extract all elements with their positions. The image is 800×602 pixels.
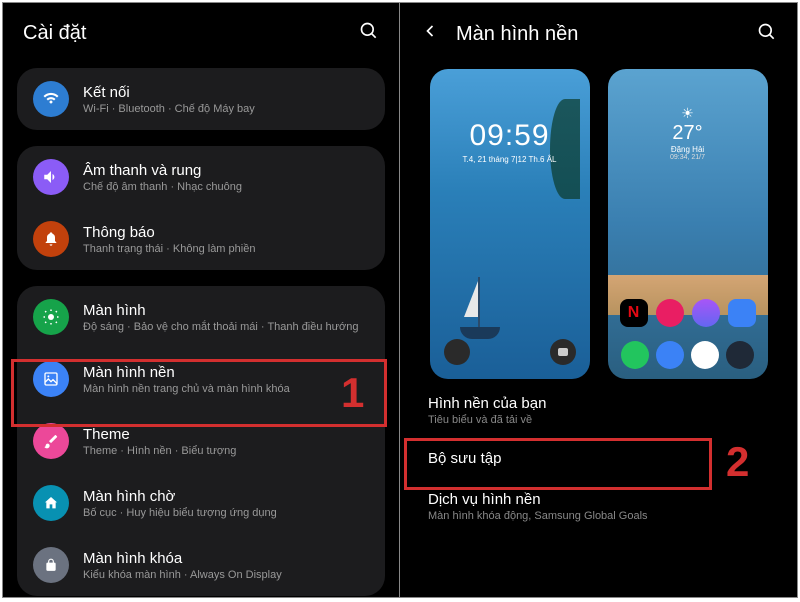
item-sub: Kiểu khóa màn hình · Always On Display	[83, 569, 369, 581]
item-title: Theme	[83, 426, 369, 443]
phone-shortcut-icon	[444, 339, 470, 365]
item-title: Âm thanh và rung	[83, 162, 369, 179]
item-sub: Chế độ âm thanh · Nhạc chuông	[83, 181, 369, 193]
item-title: Màn hình nền	[83, 364, 369, 381]
app-icon	[692, 299, 720, 327]
app-icon: N	[620, 299, 648, 327]
option-title: Hình nền của bạn	[428, 395, 769, 412]
lock-clock: 09:59 T.4, 21 tháng 7|12 Th.6 ÂL	[430, 119, 590, 164]
settings-group: Màn hình Độ sáng · Bảo vệ cho mắt thoải …	[17, 286, 385, 596]
settings-group: Kết nối Wi-Fi · Bluetooth · Chế độ Máy b…	[17, 68, 385, 130]
option-title: Dịch vụ hình nền	[428, 491, 769, 508]
item-sub: Bố cục · Huy hiệu biểu tượng ứng dụng	[83, 507, 369, 519]
wifi-icon	[33, 81, 69, 117]
page-title: Cài đặt	[23, 22, 86, 45]
lock-date: T.4, 21 tháng 7|12 Th.6 ÂL	[430, 155, 590, 164]
option-sub: Màn hình khóa động, Samsung Global Goals	[428, 510, 769, 522]
search-icon[interactable]	[757, 22, 777, 47]
item-sub: Wi-Fi · Bluetooth · Chế độ Máy bay	[83, 103, 369, 115]
back-icon[interactable]	[420, 21, 440, 47]
item-sub: Độ sáng · Bảo vệ cho mắt thoải mái · Tha…	[83, 321, 369, 333]
weather-widget: ☀ 27° Đặng Hải 09:34, 21/7	[608, 105, 768, 161]
weather-temp: 27°	[608, 122, 768, 145]
item-title: Màn hình khóa	[83, 550, 369, 567]
settings-item-lockscreen[interactable]: Màn hình khóa Kiểu khóa màn hình · Alway…	[17, 534, 385, 596]
weather-details: 09:34, 21/7	[608, 154, 768, 161]
sun-icon	[33, 299, 69, 335]
item-title: Màn hình	[83, 302, 369, 319]
image-icon	[33, 361, 69, 397]
header-left: Cài đặt	[3, 3, 399, 68]
option-wallpaper-services[interactable]: Dịch vụ hình nền Màn hình khóa động, Sam…	[400, 479, 797, 534]
item-sub: Thanh trạng thái · Không làm phiền	[83, 243, 369, 255]
camera-icon	[726, 341, 754, 369]
settings-item-notifications[interactable]: Thông báo Thanh trạng thái · Không làm p…	[17, 208, 385, 270]
item-sub: Theme · Hình nền · Biểu tượng	[83, 445, 369, 457]
option-your-wallpapers[interactable]: Hình nền của bạn Tiêu biểu và đã tải về	[400, 383, 797, 438]
dock	[608, 341, 768, 369]
option-title: Bộ sưu tập	[428, 450, 769, 467]
phone-icon	[621, 341, 649, 369]
home-icon	[33, 485, 69, 521]
app-icon	[728, 299, 756, 327]
header-right: Màn hình nền	[400, 3, 797, 69]
settings-item-standby[interactable]: Màn hình chờ Bố cục · Huy hiệu biểu tượn…	[17, 472, 385, 534]
weather-location: Đặng Hải	[608, 145, 768, 154]
settings-item-connections[interactable]: Kết nối Wi-Fi · Bluetooth · Chế độ Máy b…	[17, 68, 385, 130]
camera-shortcut-icon	[550, 339, 576, 365]
item-title: Kết nối	[83, 84, 369, 101]
item-title: Thông báo	[83, 224, 369, 241]
settings-item-theme[interactable]: Theme Theme · Hình nền · Biểu tượng	[17, 410, 385, 472]
homescreen-preview[interactable]: ☀ 27° Đặng Hải 09:34, 21/7 N	[608, 69, 768, 379]
settings-panel: Cài đặt Kết nối Wi-Fi · Bluetooth · Chế …	[3, 3, 400, 597]
item-sub: Màn hình nền trang chủ và màn hình khóa	[83, 383, 369, 395]
annotation-number-1: 1	[341, 369, 364, 417]
settings-item-display[interactable]: Màn hình Độ sáng · Bảo vệ cho mắt thoải …	[17, 286, 385, 348]
wallpaper-previews: 09:59 T.4, 21 tháng 7|12 Th.6 ÂL ☀ 27° Đ…	[400, 69, 797, 379]
browser-icon	[691, 341, 719, 369]
settings-item-sound[interactable]: Âm thanh và rung Chế độ âm thanh · Nhạc …	[17, 146, 385, 208]
app-icon	[656, 299, 684, 327]
messages-icon	[656, 341, 684, 369]
item-title: Màn hình chờ	[83, 488, 369, 505]
wallpaper-options: Hình nền của bạn Tiêu biểu và đã tải về …	[400, 379, 797, 538]
option-sub: Tiêu biểu và đã tải về	[428, 414, 769, 426]
bell-icon	[33, 221, 69, 257]
lock-icon	[33, 547, 69, 583]
lockscreen-preview[interactable]: 09:59 T.4, 21 tháng 7|12 Th.6 ÂL	[430, 69, 590, 379]
annotation-number-2: 2	[726, 438, 749, 486]
wallpaper-panel: Màn hình nền 09:59 T.4, 21 tháng 7|12 Th…	[400, 3, 797, 597]
search-icon[interactable]	[359, 21, 379, 46]
sound-icon	[33, 159, 69, 195]
brush-icon	[33, 423, 69, 459]
settings-item-wallpaper[interactable]: Màn hình nền Màn hình nền trang chủ và m…	[17, 348, 385, 410]
app-row: N	[608, 299, 768, 327]
lock-time: 09:59	[430, 119, 590, 153]
page-title: Màn hình nền	[456, 23, 578, 46]
settings-group: Âm thanh và rung Chế độ âm thanh · Nhạc …	[17, 146, 385, 270]
